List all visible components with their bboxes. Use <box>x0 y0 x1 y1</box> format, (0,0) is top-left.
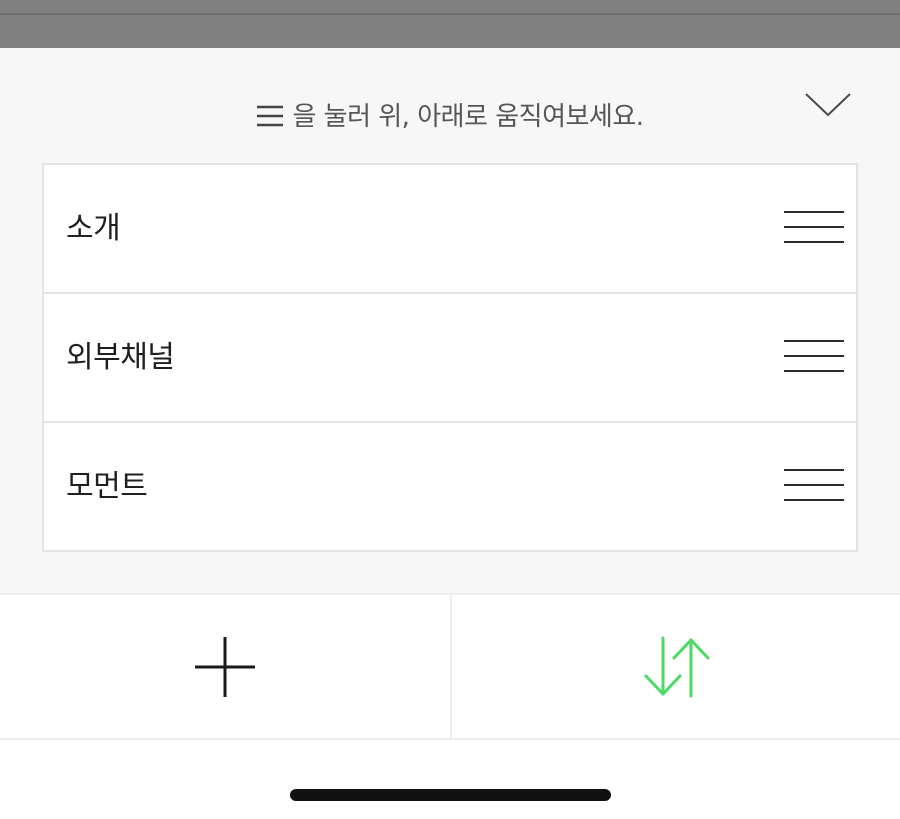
reorder-sheet: 을 눌러 위, 아래로 움직여보세요. 소개 외부채널 모먼트 <box>0 48 900 593</box>
add-section-button[interactable] <box>0 595 449 738</box>
list-item[interactable]: 모먼트 <box>44 423 856 550</box>
drag-handle-icon <box>257 105 284 127</box>
list-item-label: 소개 <box>66 211 121 246</box>
drag-handle-icon[interactable] <box>784 210 844 244</box>
home-indicator[interactable] <box>290 789 611 801</box>
overlay-divider <box>0 13 900 15</box>
bottom-toolbar <box>0 593 900 740</box>
list-item-label: 모먼트 <box>66 469 148 504</box>
list-item-label: 외부채널 <box>66 340 175 375</box>
list-item[interactable]: 외부채널 <box>44 294 856 423</box>
collapse-sheet-button[interactable] <box>798 84 858 124</box>
drag-handle-icon[interactable] <box>784 468 844 502</box>
reorder-sections-button[interactable] <box>452 595 900 738</box>
chevron-down-icon <box>805 93 851 117</box>
section-order-list: 소개 외부채널 모먼트 <box>42 163 858 552</box>
list-item[interactable]: 소개 <box>44 165 856 294</box>
sort-arrows-icon <box>644 636 709 697</box>
dimmed-background-overlay[interactable] <box>0 0 900 48</box>
drag-handle-icon[interactable] <box>784 339 844 373</box>
reorder-hint: 을 눌러 위, 아래로 움직여보세요. <box>0 100 900 134</box>
reorder-hint-text: 을 눌러 위, 아래로 움직여보세요. <box>292 102 644 132</box>
plus-icon <box>194 636 255 697</box>
